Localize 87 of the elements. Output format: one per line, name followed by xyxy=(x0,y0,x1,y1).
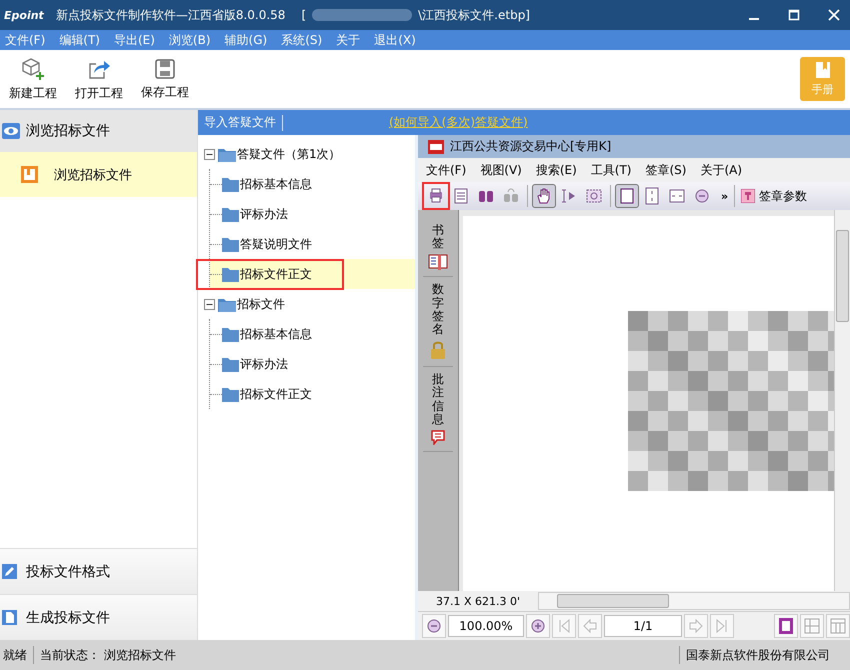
menu-item[interactable]: 浏览(B) xyxy=(164,32,220,48)
book-icon xyxy=(21,166,38,183)
zoom-out-icon[interactable] xyxy=(422,614,446,638)
folder-icon xyxy=(218,146,236,162)
menu-item[interactable]: 工具(T) xyxy=(590,162,632,178)
collapse-toggle-icon[interactable] xyxy=(204,148,215,160)
document-icon xyxy=(2,610,17,625)
cube-plus-icon xyxy=(21,56,45,80)
menu-item[interactable]: 退出(X) xyxy=(369,32,425,48)
tree-item[interactable]: 答疑文件（第1次） xyxy=(237,146,341,162)
side-tab[interactable]: 批注信息 xyxy=(423,367,453,452)
tree-item[interactable]: 招标基本信息 xyxy=(222,170,312,198)
horizontal-scrollbar[interactable] xyxy=(538,592,850,610)
page-field[interactable]: 1/1 xyxy=(604,615,682,637)
comment-icon xyxy=(431,430,445,445)
tree-item[interactable]: 评标办法 xyxy=(222,350,288,378)
folder-icon xyxy=(222,386,239,402)
book-icon xyxy=(814,61,832,79)
zoom-in-icon[interactable] xyxy=(526,614,550,638)
toolbar-button[interactable]: 打开工程 xyxy=(71,54,127,104)
cursor-coordinates: 37.1 X 621.3 0' xyxy=(434,594,522,608)
menu-item[interactable]: 编辑(T) xyxy=(54,32,109,48)
padlock-icon xyxy=(429,340,447,360)
menu-item[interactable]: 关于 xyxy=(331,32,370,48)
list-page-icon xyxy=(452,187,470,205)
menu-item[interactable]: 签章(S) xyxy=(646,162,686,178)
app-logo: Epoint xyxy=(4,8,44,22)
camera-icon xyxy=(585,187,603,205)
binoculars-icon xyxy=(502,187,520,205)
fit-height-icon xyxy=(643,187,661,205)
zoom-field[interactable]: 100.00% xyxy=(448,615,524,637)
tree-item[interactable]: 评标办法 xyxy=(222,200,288,228)
menu-item[interactable]: 视图(V) xyxy=(480,162,522,178)
fit-width-icon xyxy=(668,187,686,205)
folder-icon xyxy=(222,236,239,252)
zoom-out-icon xyxy=(693,187,711,205)
menu-item[interactable]: 文件(F) xyxy=(0,32,54,48)
menu-item[interactable]: 关于(A) xyxy=(700,162,742,178)
more-tools-button[interactable]: » xyxy=(721,190,728,202)
page-icon xyxy=(618,187,636,205)
tree-item[interactable]: 招标文件正文 xyxy=(198,260,342,288)
pdf-icon xyxy=(428,140,444,154)
maximize-icon[interactable] xyxy=(788,9,800,21)
menu-item[interactable]: 文件(F) xyxy=(426,162,466,178)
toolbar-button[interactable]: 保存工程 xyxy=(137,56,193,102)
menu-item[interactable]: 导出(E) xyxy=(108,32,164,48)
sidebar-section[interactable]: 投标文件格式 xyxy=(0,548,197,594)
folder-icon xyxy=(222,326,239,342)
sign-settings-button[interactable]: 签章参数 xyxy=(739,188,810,204)
viewer-title-bar: 江西公共资源交易中心[专用K] xyxy=(418,135,850,158)
window-title: 新点投标文件制作软件—江西省版8.0.0.58 xyxy=(56,6,286,24)
bookmark-book-icon xyxy=(428,254,448,270)
sidebar-header[interactable]: 浏览招标文件 xyxy=(0,110,197,152)
printer-icon xyxy=(427,187,445,205)
side-tab[interactable]: 数字签名 xyxy=(423,277,453,368)
tree-item[interactable]: 招标基本信息 xyxy=(222,320,312,348)
file-path: [ xyxy=(301,8,306,22)
folder-icon xyxy=(222,356,239,372)
eye-icon xyxy=(2,123,20,139)
company-name: 国泰新点软件股份有限公司 xyxy=(686,646,830,664)
menu-item[interactable]: 辅助(G) xyxy=(220,32,276,48)
sidebar-section[interactable]: 生成投标文件 xyxy=(0,594,197,640)
menu-item[interactable]: 系统(S) xyxy=(276,32,332,48)
tree-item[interactable]: 招标文件正文 xyxy=(222,380,312,408)
sidebar-item[interactable]: 浏览招标文件 xyxy=(0,152,197,197)
single-page-tool-button[interactable] xyxy=(615,184,639,208)
single-page-view-icon[interactable] xyxy=(774,614,798,638)
folder-icon xyxy=(222,176,239,192)
vertical-scrollbar[interactable] xyxy=(834,210,850,591)
status-text: 就绪 xyxy=(3,646,27,664)
import-button[interactable]: 导入答疑文件 xyxy=(198,114,282,131)
folder-icon xyxy=(222,266,239,282)
menu-item[interactable]: 搜索(E) xyxy=(536,162,577,178)
collapse-toggle-icon[interactable] xyxy=(204,298,215,310)
stamp-icon xyxy=(741,189,756,203)
tree-item[interactable]: 答疑说明文件 xyxy=(222,230,312,258)
folder-icon xyxy=(222,206,239,222)
status-text: 当前状态： 浏览招标文件 xyxy=(40,646,176,664)
tree-item[interactable]: 招标文件 xyxy=(237,296,285,312)
print-tool-button[interactable] xyxy=(424,184,448,208)
close-icon[interactable] xyxy=(828,9,840,21)
folder-icon xyxy=(218,296,236,312)
side-tab[interactable]: 书签 xyxy=(423,218,453,278)
file-path: \江西投标文件.etbp] xyxy=(418,6,530,24)
pencil-icon xyxy=(2,564,17,579)
toolbar-button[interactable]: 新建工程 xyxy=(5,54,61,104)
hand-tool-button[interactable] xyxy=(532,184,556,208)
